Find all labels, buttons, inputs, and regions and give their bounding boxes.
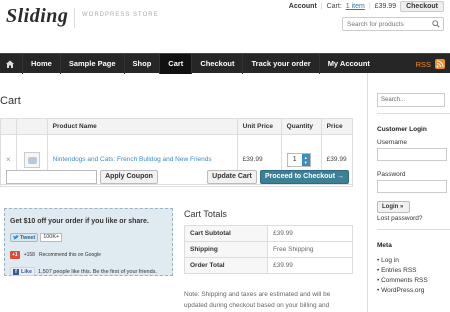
rss-label: RSS <box>415 59 431 69</box>
product-search-input[interactable] <box>343 18 431 30</box>
site-logo[interactable]: Sliding <box>6 5 68 28</box>
nav-item-home[interactable]: Home <box>22 54 60 74</box>
subtotal-label: Cart Subtotal <box>184 225 268 242</box>
gplus-text: Recommend this on Google <box>38 251 101 258</box>
unit-price-header: Unit Price <box>236 118 282 135</box>
apply-coupon-button[interactable]: Apply Coupon <box>100 170 158 184</box>
gplus-count: +158 <box>23 251 35 258</box>
cart-totals-title: Cart Totals <box>184 209 227 219</box>
share-headline: Get $10 off your order if you like or sh… <box>10 218 149 225</box>
site-tagline: WORDPRESS STORE <box>82 12 159 18</box>
customer-login-title: Customer Login <box>377 126 427 133</box>
nav-items: Home Sample Page Shop Cart Checkout Trac… <box>22 54 378 74</box>
order-total-label: Order Total <box>184 257 268 274</box>
search-icon[interactable] <box>432 20 440 28</box>
table-row: Cart Subtotal £39.99 <box>184 225 353 242</box>
meta-link-comments-rss[interactable]: Comments RSS <box>377 276 428 286</box>
shipping-label: Shipping <box>184 241 268 258</box>
sidebar: Search... Customer Login Username Passwo… <box>367 73 450 312</box>
nav-item-checkout[interactable]: Checkout <box>191 54 242 74</box>
gplus-button[interactable]: +1 <box>10 250 20 259</box>
password-label: Password <box>377 171 406 178</box>
username-field[interactable] <box>377 148 447 161</box>
username-label: Username <box>377 139 407 146</box>
twitter-icon <box>13 235 19 240</box>
coupon-code-input[interactable] <box>6 170 97 184</box>
quantity-header: Quantity <box>280 118 322 135</box>
price-header: Price <box>320 118 354 135</box>
divider: | <box>368 2 371 10</box>
nav-item-sample-page[interactable]: Sample Page <box>59 54 124 74</box>
cart-totals-table: Cart Subtotal £39.99 Shipping Free Shipp… <box>184 225 353 274</box>
subtotal-value: £39.99 <box>267 225 353 242</box>
home-icon[interactable] <box>3 57 17 71</box>
gplus-widget: +1 +158 Recommend this on Google <box>10 250 101 259</box>
tweet-count: 100K+ <box>40 233 63 242</box>
cart-actions: Apply Coupon Update Cart Proceed to Chec… <box>0 167 353 187</box>
share-promo-box: Get $10 off your order if you like or sh… <box>4 208 173 276</box>
stepper-arrows-icon[interactable]: ▲ ▼ <box>301 153 310 166</box>
remove-item-icon[interactable]: × <box>6 155 11 164</box>
logo-divider <box>74 8 75 28</box>
quantity-stepper[interactable]: 1 ▲ ▼ <box>286 152 311 167</box>
table-row: Shipping Free Shipping <box>184 241 353 258</box>
sidebar-divider <box>377 229 450 230</box>
product-link[interactable]: Nintendogs and Cats: French Bulldog and … <box>53 156 212 163</box>
product-search <box>342 17 444 31</box>
meta-link-entries-rss[interactable]: Entries RSS <box>377 266 428 276</box>
facebook-icon: f <box>13 268 19 275</box>
account-link[interactable]: Account <box>289 3 317 10</box>
nav-item-cart[interactable]: Cart <box>159 54 192 74</box>
product-name-header: Product Name <box>46 118 238 135</box>
cart-total: £39.99 <box>374 2 397 10</box>
remove-column-header <box>0 118 17 135</box>
tweet-button[interactable]: Tweet <box>10 233 39 242</box>
page-title: Cart <box>0 95 21 107</box>
proceed-to-checkout-button[interactable]: Proceed to Checkout → <box>260 170 349 184</box>
meta-link-wordpress[interactable]: WordPress.org <box>377 286 428 296</box>
update-cart-button[interactable]: Update Cart <box>207 170 257 184</box>
facebook-like-text: 1,507 people like this. Be the first of … <box>38 268 157 275</box>
thumbnail-column-header <box>15 118 48 135</box>
sidebar-search-input[interactable]: Search... <box>377 93 445 107</box>
facebook-like-button[interactable]: f Like <box>10 267 36 276</box>
rss-link[interactable]: RSS <box>416 54 445 74</box>
tweet-label: Tweet <box>20 234 36 241</box>
order-total-value: £39.99 <box>267 257 353 274</box>
tweet-widget: Tweet 100K+ <box>10 233 63 242</box>
meta-link-log-in[interactable]: Log in <box>377 256 428 266</box>
meta-links: Log in Entries RSS Comments RSS WordPres… <box>377 256 428 296</box>
main-nav: Home Sample Page Shop Cart Checkout Trac… <box>0 53 450 74</box>
header-checkout-button[interactable]: Checkout <box>400 0 444 12</box>
nav-item-shop[interactable]: Shop <box>123 54 160 74</box>
product-thumbnail[interactable] <box>23 151 40 168</box>
cart-label: Cart: <box>326 2 342 10</box>
nav-item-my-account[interactable]: My Account <box>318 54 378 74</box>
quantity-value[interactable]: 1 <box>288 156 302 163</box>
cart-items-link[interactable]: 1 item <box>346 3 365 10</box>
login-button[interactable]: Login » <box>377 201 410 213</box>
facebook-like-label: Like <box>21 268 33 275</box>
password-field[interactable] <box>377 180 447 193</box>
lost-password-link[interactable]: Lost password? <box>377 215 423 222</box>
header-links: Account | Cart: 1 item | £39.99 Checkout <box>289 0 444 12</box>
cart-header-row: Product Name Unit Price Quantity Price <box>0 118 354 135</box>
shipping-value: Free Shipping <box>267 241 353 258</box>
meta-title: Meta <box>377 242 392 249</box>
rss-icon <box>435 59 445 69</box>
sidebar-divider <box>377 113 450 114</box>
facebook-widget: f Like 1,507 people like this. Be the fi… <box>10 267 157 276</box>
divider: | <box>320 2 323 10</box>
nav-item-track-order[interactable]: Track your order <box>242 54 318 74</box>
shipping-note: Note: Shipping and taxes are estimated a… <box>184 291 331 309</box>
table-row: Order Total £39.99 <box>184 257 353 274</box>
